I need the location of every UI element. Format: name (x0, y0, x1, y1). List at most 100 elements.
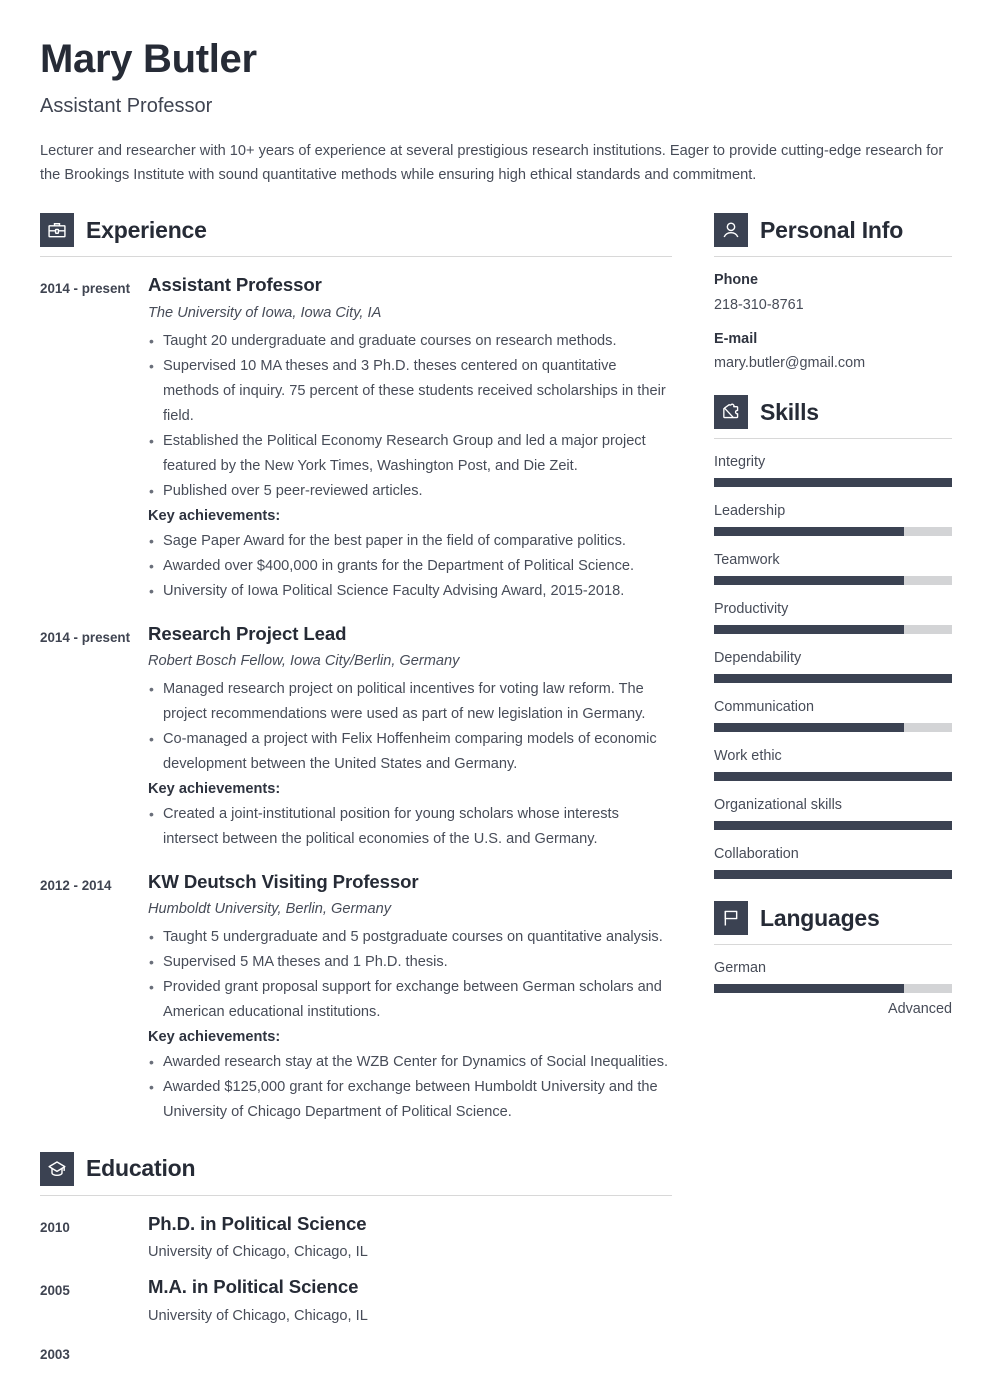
experience-entry-subtitle: Robert Bosch Fellow, Iowa City/Berlin, G… (148, 652, 460, 669)
education-entry-school: University of Chicago, Chicago, IL (148, 1243, 368, 1260)
experience-entry-title: KW Deutsch Visiting Professor (148, 870, 419, 892)
skill-level-fill (714, 527, 905, 537)
skill-level-fill (714, 576, 905, 586)
list-item: Taught 20 undergraduate and graduate cou… (148, 329, 672, 354)
section-education: Education 2010 Ph.D. in Political Scienc… (40, 1151, 672, 1366)
experience-title: Experience (86, 216, 207, 243)
skill-level-fill (714, 821, 952, 831)
experience-entry: 2012 - 2014 KW Deutsch Visiting Professo… (40, 871, 672, 1126)
language-level-bar (714, 984, 952, 994)
education-entry-date: 2010 (40, 1219, 70, 1235)
skill-name: Communication (714, 699, 814, 716)
language-level-label: Advanced (887, 1001, 952, 1018)
skill-name: Organizational skills (714, 797, 842, 814)
puzzle-piece-icon (714, 395, 748, 430)
skill-level-fill (714, 723, 905, 733)
sidebar-column: Personal Info Phone 218-310-8761 E-mail … (714, 213, 952, 1040)
personal-info-header: Personal Info (714, 213, 952, 248)
skill-row: Work ethic (714, 747, 952, 782)
experience-divider (40, 256, 672, 258)
education-entry: 2003 (40, 1340, 672, 1365)
education-entry-body: M.A. in Political Science University of … (148, 1276, 672, 1326)
list-item: University of Iowa Political Science Fac… (148, 579, 672, 604)
skill-level-fill (714, 870, 952, 880)
skill-name: Collaboration (714, 846, 799, 863)
education-header: Education (40, 1151, 672, 1186)
languages-title: Languages (760, 904, 880, 931)
education-title: Education (86, 1155, 196, 1182)
candidate-job-title: Assistant Professor (40, 95, 213, 117)
experience-entry-subtitle: The University of Iowa, Iowa City, IA (148, 304, 382, 321)
flag-icon (714, 901, 748, 936)
list-item: Sage Paper Award for the best paper in t… (148, 529, 672, 554)
experience-entry-bullets: Taught 5 undergraduate and 5 postgraduat… (148, 925, 672, 1025)
skill-name: Teamwork (714, 552, 780, 569)
list-item: Created a joint-institutional position f… (148, 802, 672, 852)
skill-level-bar (714, 625, 952, 635)
experience-entry-body: Research Project Lead Robert Bosch Fello… (148, 623, 672, 853)
skill-row: Communication (714, 698, 952, 733)
skill-level-fill (714, 674, 952, 684)
experience-entry-bullets: Managed research project on political in… (148, 677, 672, 777)
experience-entry-date: 2014 - present (40, 629, 131, 645)
skills-header: Skills (714, 395, 952, 430)
experience-entry-achievements: Sage Paper Award for the best paper in t… (148, 529, 672, 604)
section-experience: Experience 2014 - present Assistant Prof… (40, 213, 672, 1125)
skills-title: Skills (760, 398, 819, 425)
experience-entry-body: KW Deutsch Visiting Professor Humboldt U… (148, 871, 672, 1126)
candidate-name: Mary Butler (40, 37, 257, 81)
education-entry-date: 2005 (40, 1283, 70, 1299)
education-entry-school: University of Chicago, Chicago, IL (148, 1307, 368, 1324)
experience-entry-achievements: Awarded research stay at the WZB Center … (148, 1050, 672, 1125)
resume-page: Mary Butler Assistant Professor Lecturer… (0, 0, 990, 1400)
language-row: German Advanced (714, 959, 952, 1018)
skill-row: Teamwork (714, 551, 952, 586)
experience-entry-title: Research Project Lead (148, 622, 347, 644)
skill-name: Work ethic (714, 748, 782, 765)
skill-row: Integrity (714, 453, 952, 488)
languages-divider (714, 944, 952, 946)
skill-name: Productivity (714, 601, 789, 618)
skill-row: Collaboration (714, 845, 952, 880)
skill-name: Leadership (714, 503, 786, 520)
list-item: Managed research project on political in… (148, 677, 672, 727)
email-value[interactable]: mary.butler@gmail.com (714, 354, 952, 373)
section-languages: Languages German Advanced (714, 901, 952, 1018)
experience-entry: 2014 - present Assistant Professor The U… (40, 274, 672, 604)
list-item: Awarded over $400,000 in grants for the … (148, 554, 672, 579)
personal-info-title: Personal Info (760, 216, 904, 243)
key-achievements-label: Key achievements: (148, 508, 281, 525)
key-achievements-label: Key achievements: (148, 1029, 281, 1046)
section-skills: Skills Integrity Leadership Teamwork Pro… (714, 395, 952, 880)
list-item: Supervised 10 MA theses and 3 Ph.D. thes… (148, 354, 672, 429)
skill-name: Integrity (714, 454, 766, 471)
key-achievements-label: Key achievements: (148, 781, 281, 798)
skill-level-bar (714, 723, 952, 733)
list-item: Published over 5 peer-reviewed articles. (148, 479, 672, 504)
list-item: Awarded research stay at the WZB Center … (148, 1050, 672, 1075)
skill-row: Productivity (714, 600, 952, 635)
education-entry-date: 2003 (40, 1347, 70, 1363)
skill-level-bar (714, 821, 952, 831)
resume-columns: Experience 2014 - present Assistant Prof… (40, 213, 952, 1379)
experience-header: Experience (40, 213, 672, 248)
skill-name: Dependability (714, 650, 802, 667)
list-item: Taught 5 undergraduate and 5 postgraduat… (148, 925, 672, 950)
professional-summary: Lecturer and researcher with 10+ years o… (40, 143, 944, 183)
experience-entry-bullets: Taught 20 undergraduate and graduate cou… (148, 329, 672, 505)
education-entry-title: M.A. in Political Science (148, 1276, 359, 1298)
phone-label: Phone (714, 272, 758, 289)
education-entry-title: Ph.D. in Political Science (148, 1212, 367, 1234)
experience-entry-title: Assistant Professor (148, 274, 322, 296)
list-item: Supervised 5 MA theses and 1 Ph.D. thesi… (148, 950, 672, 975)
experience-entry-achievements: Created a joint-institutional position f… (148, 802, 672, 852)
experience-entry-date: 2012 - 2014 (40, 877, 112, 893)
email-label: E-mail (714, 330, 758, 347)
skill-level-fill (714, 478, 952, 488)
list-item: Established the Political Economy Resear… (148, 429, 672, 479)
education-entry: 2010 Ph.D. in Political Science Universi… (40, 1213, 672, 1263)
skill-level-bar (714, 870, 952, 880)
skill-level-bar (714, 576, 952, 586)
skill-row: Dependability (714, 649, 952, 684)
personal-info-divider (714, 256, 952, 258)
